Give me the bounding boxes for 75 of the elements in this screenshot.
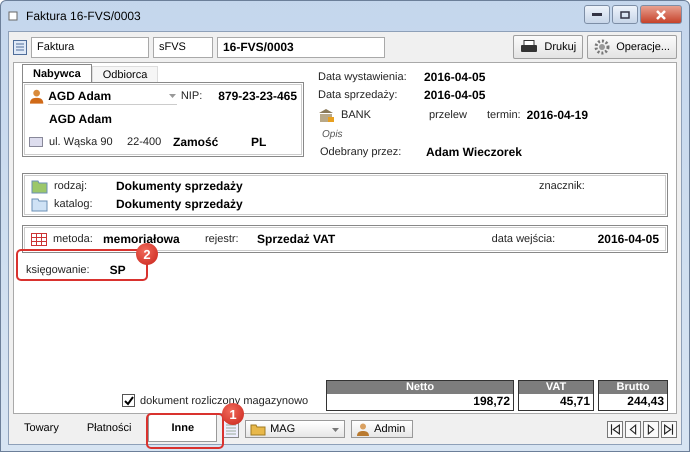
nav-button[interactable] bbox=[661, 420, 677, 438]
payment-form-text: przelew bbox=[429, 109, 468, 121]
bottom-tab[interactable]: Towary bbox=[13, 414, 70, 442]
method-value: memoriałowa bbox=[103, 232, 181, 246]
totals-header: Netto bbox=[327, 381, 513, 394]
payment-method-text: BANK bbox=[341, 109, 372, 121]
maximize-button[interactable] bbox=[612, 5, 638, 24]
party-tab[interactable]: Nabywca bbox=[22, 64, 92, 82]
bottom-tab[interactable]: Płatności bbox=[76, 414, 142, 442]
caret-icon bbox=[168, 91, 177, 100]
nip-label: NIP: bbox=[180, 90, 202, 102]
person-icon bbox=[356, 422, 370, 436]
received-by-value: Adam Wieczorek bbox=[426, 145, 522, 159]
sale-date-value: 2016-04-05 bbox=[424, 88, 486, 102]
party-tab[interactable]: Odbiorca bbox=[92, 66, 158, 82]
printer-icon bbox=[520, 40, 538, 54]
nav-button[interactable] bbox=[607, 420, 623, 438]
register-label: rejestr: bbox=[205, 233, 240, 245]
folder-icon bbox=[250, 422, 266, 436]
check-icon bbox=[124, 396, 134, 406]
tag-label: znacznik: bbox=[539, 180, 586, 192]
window-title: Faktura 16-FVS/0003 bbox=[26, 9, 141, 23]
series-field[interactable]: sFVS bbox=[153, 36, 213, 58]
buyer-full-name: AGD Adam bbox=[49, 112, 112, 126]
country-text: PL bbox=[251, 135, 266, 149]
bottom-tab[interactable]: Inne bbox=[148, 414, 218, 442]
minimize-icon bbox=[592, 12, 602, 16]
folder-icon bbox=[31, 178, 48, 194]
address-card-icon bbox=[29, 137, 43, 147]
document-icon bbox=[8, 11, 18, 21]
nav-button[interactable] bbox=[625, 420, 641, 438]
nip-value: 879-23-23-465 bbox=[218, 89, 297, 103]
first-icon bbox=[608, 422, 622, 436]
print-button[interactable]: Drukuj bbox=[513, 35, 584, 59]
description-field[interactable]: Opis bbox=[322, 128, 343, 140]
postal-code-text: 22-400 bbox=[127, 136, 162, 148]
issue-date-value: 2016-04-05 bbox=[424, 70, 486, 84]
callout-badge: 2 bbox=[136, 243, 158, 265]
method-label: metoda: bbox=[53, 233, 94, 245]
nav-button[interactable] bbox=[643, 420, 659, 438]
gear-icon bbox=[594, 39, 610, 55]
close-icon bbox=[656, 10, 666, 20]
warehouse-combo[interactable]: MAG bbox=[245, 420, 346, 438]
street-text: ul. Wąska 90 bbox=[49, 136, 114, 148]
warehouse-checkbox[interactable] bbox=[122, 394, 135, 407]
due-date-value: 2016-04-19 bbox=[526, 108, 588, 122]
kind-value: Dokumenty sprzedaży bbox=[116, 179, 244, 193]
person-icon bbox=[29, 88, 44, 104]
user-button[interactable]: Admin bbox=[351, 420, 414, 438]
table-grid-icon bbox=[31, 232, 47, 246]
last-icon bbox=[662, 422, 676, 436]
buyer-combo[interactable]: AGD Adam bbox=[48, 88, 177, 104]
kind-label: rodzaj: bbox=[54, 180, 88, 192]
city-text: Zamość bbox=[173, 135, 220, 149]
document-type-field[interactable]: Faktura bbox=[31, 36, 149, 58]
posting-label: księgowanie: bbox=[26, 264, 90, 276]
sale-date-label: Data sprzedaży: bbox=[318, 89, 398, 101]
catalog-value: Dokumenty sprzedaży bbox=[116, 197, 243, 211]
document-number-field[interactable]: 16-FVS/0003 bbox=[217, 36, 385, 58]
totals-header: VAT bbox=[519, 381, 593, 394]
posting-value: SP bbox=[110, 263, 126, 277]
folder-icon bbox=[31, 196, 48, 212]
close-button[interactable] bbox=[640, 5, 682, 24]
received-by-label: Odebrany przez: bbox=[320, 146, 402, 158]
maximize-icon bbox=[620, 10, 630, 18]
register-value: Sprzedaż VAT bbox=[257, 232, 336, 246]
issue-date-label: Data wystawienia: bbox=[318, 71, 408, 83]
form-icon bbox=[13, 40, 27, 54]
entry-date-value: 2016-04-05 bbox=[598, 232, 659, 246]
totals-header: Brutto bbox=[599, 381, 667, 394]
operations-button[interactable]: Operacje... bbox=[587, 35, 677, 59]
catalog-label: katalog: bbox=[54, 198, 94, 210]
entry-date-label: data wejścia: bbox=[492, 233, 556, 245]
due-label: termin: bbox=[487, 109, 521, 121]
minimize-button[interactable] bbox=[584, 5, 610, 24]
